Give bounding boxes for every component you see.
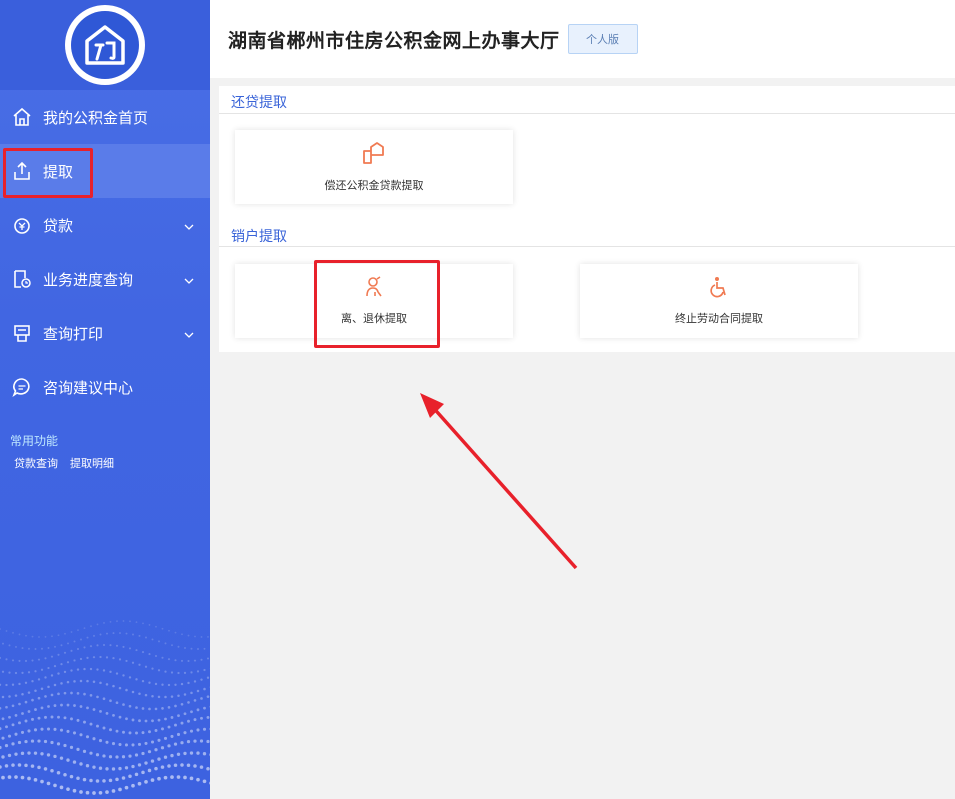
annotation-arrow <box>420 393 578 570</box>
